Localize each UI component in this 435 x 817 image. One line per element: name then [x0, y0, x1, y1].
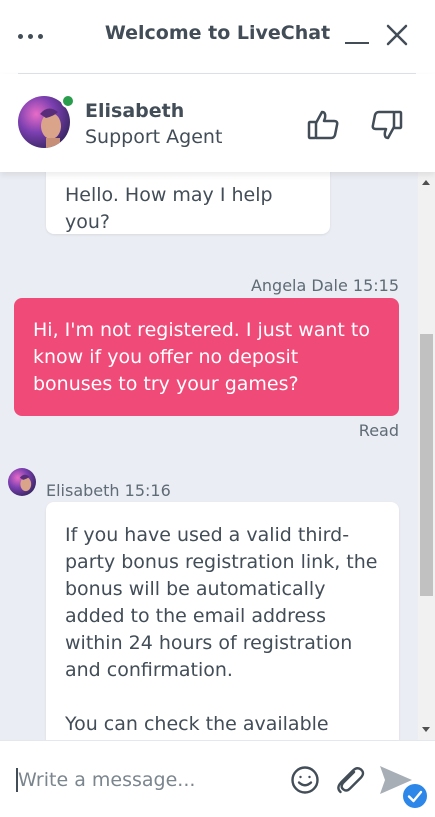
emoji-icon[interactable]: [290, 765, 320, 795]
online-status-dot: [61, 94, 75, 108]
visitor-message: Hi, I'm not registered. I just want to k…: [14, 298, 399, 416]
agent-name: Elisabeth: [85, 100, 185, 122]
scrollbar-thumb[interactable]: [420, 334, 433, 596]
close-icon[interactable]: [384, 22, 410, 48]
check-badge-icon: [401, 782, 429, 810]
chat-scrollbar[interactable]: [418, 172, 435, 740]
agent-message: Hello. How may I help you?: [46, 172, 330, 234]
message-author-time: Angela Dale 15:15: [250, 276, 399, 295]
message-text: Hi, I'm not registered. I just want to k…: [33, 319, 370, 395]
agent-role: Support Agent: [85, 126, 223, 148]
agent-message: If you have used a valid third-party bon…: [46, 502, 399, 740]
read-receipt: Read: [358, 421, 399, 440]
scroll-down-arrow-icon[interactable]: [422, 727, 430, 732]
minimize-icon[interactable]: [343, 24, 371, 48]
agent-info-bar: Elisabeth Support Agent: [0, 74, 435, 172]
message-composer: [0, 740, 435, 817]
chat-header: Welcome to LiveChat: [0, 0, 435, 74]
agent-avatar-small: [8, 468, 36, 496]
paperclip-icon[interactable]: [334, 765, 366, 795]
message-text: Hello. How may I help you?: [65, 184, 273, 233]
message-input[interactable]: [18, 763, 278, 797]
thumbs-down-icon[interactable]: [370, 108, 404, 142]
scroll-up-arrow-icon[interactable]: [422, 180, 430, 185]
message-list[interactable]: Hello. How may I help you? Angela Dale 1…: [0, 172, 418, 740]
message-paragraph: If you have used a valid third-party bon…: [65, 524, 378, 681]
thumbs-up-icon[interactable]: [306, 108, 340, 142]
message-author-time: Elisabeth 15:16: [46, 481, 171, 500]
message-paragraph: You can check the available casino offer…: [65, 713, 329, 735]
